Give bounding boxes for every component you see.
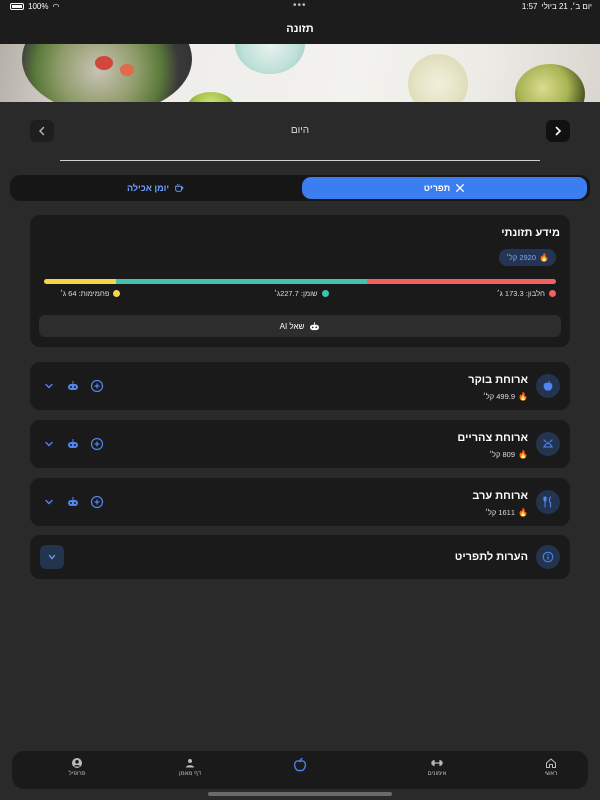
status-bar: 1:57 יום ב׳, 21 ביולי ••• 100% ◠ [0,0,600,14]
meal-calories: 🔥 809 קל׳ [489,450,528,459]
meal-card-dinner[interactable]: ארוחת ערב 🔥 1611 קל׳ [30,478,570,526]
carbs-label: פחמימות: 64 ג׳ [60,289,110,298]
tab-workouts-label: אימונים [427,771,447,777]
protein-dot [549,290,556,297]
home-icon [546,758,556,768]
fat-dot [321,290,329,297]
battery-percent: 100% [28,2,49,11]
calories-value: 2920 קל׳ [505,253,537,262]
tab-workouts[interactable]: אימונים [402,757,472,777]
add-circle-icon[interactable] [90,379,104,393]
robot-icon [310,321,320,330]
page-title: תזונה [0,14,600,44]
dumbbell-icon [431,759,443,767]
fat-label: שומן: 227.7ג׳ [274,289,318,298]
menu-notes-card[interactable]: הערות לתפריט [30,535,570,579]
hero-food-image [0,44,600,102]
meal-calories: 🔥 499.9 קל׳ [483,392,528,401]
meal-calories-value: 499.9 קל׳ [482,392,516,401]
bottom-tab-bar: ראשי אימונים דף מאמן פרופיל [12,751,588,789]
chevron-down-icon[interactable] [42,379,56,393]
ask-ai-label: שאל AI [279,321,305,331]
status-time: 1:57 [521,2,538,11]
meal-card-breakfast[interactable]: ארוחת בוקר 🔥 499.9 קל׳ [30,362,570,410]
meal-card-lunch[interactable]: ארוחת צהריים 🔥 809 קל׳ [30,420,570,468]
ai-robot-icon[interactable] [66,379,80,393]
status-left: 100% ◠ [10,2,59,11]
meal-title: ארוחת צהריים [457,432,528,444]
meal-actions [42,437,104,451]
meal-calories: 🔥 1611 קל׳ [485,508,528,517]
macro-distribution-bar [44,279,556,284]
tab-home-label: ראשי [544,771,558,777]
legend-carbs: פחמימות: 64 ג׳ [60,289,121,298]
status-date: יום ב׳, 21 ביולי [541,2,592,11]
meal-actions [42,495,104,509]
notes-title: הערות לתפריט [454,551,528,563]
chevron-right-icon [555,126,562,136]
flame-icon: 🔥 [518,450,528,459]
ask-ai-button[interactable]: שאל AI [39,315,561,337]
battery-icon [10,3,24,10]
day-selector: היום [30,120,570,144]
meal-title: ארוחת בוקר [468,374,528,386]
next-day-button[interactable] [546,120,570,142]
home-indicator [208,792,392,796]
tab-coach-label: דף מאמן [178,771,202,777]
day-label: היום [290,125,310,136]
flame-icon: 🔥 [518,508,528,517]
tab-eating-diary[interactable]: יומן אכילה [13,177,298,199]
profile-icon [72,758,82,768]
tab-diary-label: יומן אכילה [126,183,170,193]
tab-menu[interactable]: תפריט [302,177,587,199]
meal-calories-value: 1611 קל׳ [484,508,516,517]
flame-icon: 🔥 [518,392,528,401]
apple-icon [536,374,560,398]
chevron-down-icon[interactable] [42,437,56,451]
tab-profile[interactable]: פרופיל [42,757,112,777]
tab-profile-label: פרופיל [68,771,86,777]
flame-icon: 🔥 [539,253,549,262]
info-icon [536,545,560,569]
day-divider [60,160,540,161]
carbs-dot [113,290,121,297]
meal-actions [42,379,104,393]
food-tray-icon [536,432,560,456]
tab-nutrition[interactable] [265,757,335,775]
apple-icon [293,757,307,772]
ai-robot-icon[interactable] [66,495,80,509]
person-card-icon [186,759,194,768]
add-circle-icon[interactable] [90,495,104,509]
protein-label: חלבון: 173.3 ג׳ [496,289,545,298]
view-segmented-control: תפריט יומן אכילה [10,175,590,201]
wifi-icon: ◠ [52,2,60,11]
fat-bar-segment [115,279,367,284]
chevron-down-icon[interactable] [42,495,56,509]
meal-calories-value: 809 קל׳ [489,450,516,459]
nutrition-title: מידע תזונתי [501,227,560,239]
add-circle-icon[interactable] [90,437,104,451]
carbs-bar-segment [44,279,116,284]
protein-bar-segment [366,279,556,284]
chevron-down-icon [48,554,56,560]
legend-protein: חלבון: 173.3 ג׳ [497,289,556,298]
tab-menu-label: תפריט [423,183,451,193]
notes-expand-button[interactable] [40,545,64,569]
cup-icon [175,184,184,192]
fork-knife-icon [536,490,560,514]
multitask-dots-icon[interactable]: ••• [293,0,307,11]
fork-knife-icon [456,184,465,192]
tab-home[interactable]: ראשי [516,757,586,777]
status-right: 1:57 יום ב׳, 21 ביולי [522,2,592,11]
meal-title: ארוחת ערב [472,490,528,502]
nutrition-info-card: מידע תזונתי 🔥 2920 קל׳ חלבון: 173.3 ג׳ ש… [30,215,570,347]
calories-badge: 🔥 2920 קל׳ [498,249,556,266]
ai-robot-icon[interactable] [66,437,80,451]
legend-fat: שומן: 227.7ג׳ [274,289,329,298]
tab-coach[interactable]: דף מאמן [155,757,225,777]
